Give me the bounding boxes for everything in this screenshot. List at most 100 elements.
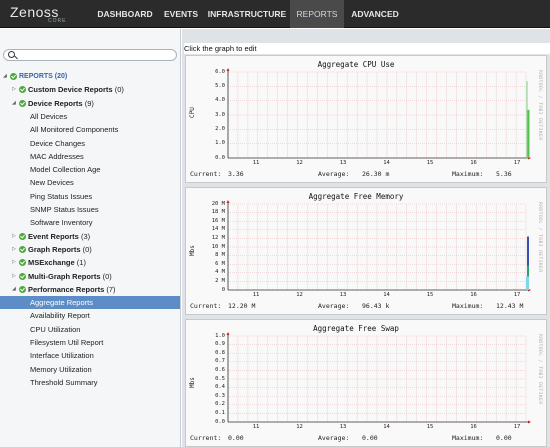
tree-item-custom-device-reports[interactable]: ▷ Custom Device Reports (0) [0, 83, 180, 96]
collapsed-arrow-icon[interactable]: ▷ [12, 230, 18, 243]
nav-events[interactable]: EVENTS [158, 0, 204, 28]
tree-item-reports-20[interactable]: ◢ REPORTS (20) [0, 70, 180, 83]
memory-bar-segment [527, 265, 529, 277]
graph-panel[interactable]: Aggregate Free Swap RRDTOOL / TOBI OETIKE… [185, 319, 547, 447]
y-tick-label: 6.0 [215, 68, 225, 75]
rrdtool-credit: RRDTOOL / TOBI OETIKER [537, 70, 542, 141]
collapsed-arrow-icon[interactable]: ▷ [12, 83, 18, 96]
tree-item-count: (0) [112, 85, 124, 95]
tree-item-ping-status-issues[interactable]: Ping Status Issues [0, 190, 180, 203]
tree-item-aggregate-reports[interactable]: Aggregate Reports [0, 296, 180, 310]
cpu-current-bar [527, 109, 530, 158]
y-tick-label: 0.8 [215, 349, 225, 356]
graph-plot-area[interactable] [226, 200, 531, 292]
stat-maximum-label: Maximum: [452, 434, 484, 442]
tree-item-snmp-status-issues[interactable]: SNMP Status Issues [0, 203, 180, 216]
y-tick-label: 10 M [211, 243, 225, 250]
tree-item-interface-utilization[interactable]: Interface Utilization [0, 349, 180, 362]
rrdtool-credit: RRDTOOL / TOBI OETIKER [537, 334, 542, 405]
memory-bar-segment [527, 236, 529, 266]
checkmark-icon [19, 99, 26, 107]
tree-item-performance-reports[interactable]: ◢ Performance Reports (7) [0, 283, 180, 296]
x-tick-label: 17 [513, 424, 521, 430]
checkmark-icon [19, 245, 26, 253]
stat-current: 0.00 [228, 434, 244, 442]
tree-item-multi-graph-reports[interactable]: ▷ Multi-Graph Reports (0) [0, 270, 180, 283]
y-tick-label: 0.7 [215, 358, 225, 365]
nav-dashboard[interactable]: DASHBOARD [92, 0, 158, 28]
expanded-arrow-icon[interactable]: ◢ [3, 70, 9, 83]
nav-reports[interactable]: REPORTS [290, 0, 344, 28]
x-tick-label: 13 [339, 292, 347, 298]
graph-plot-area[interactable] [226, 68, 531, 160]
tree-item-label: Filesystem Util Report [30, 338, 104, 347]
tree-item-label: Custom Device Reports (0) [28, 85, 124, 95]
tree-item-count: (0) [100, 271, 112, 281]
tree-item-event-reports[interactable]: ▷ Event Reports (3) [0, 230, 180, 243]
tree-item-label: CPU Utilization [30, 324, 81, 334]
tree-item-label: Model Collection Age [30, 165, 101, 175]
tree-item-label: Ping Status Issues [30, 191, 93, 201]
collapsed-arrow-icon[interactable]: ▷ [12, 256, 18, 269]
y-tick-label: 2.0 [215, 125, 225, 132]
tree-item-label: Performance Reports (7) [28, 284, 116, 294]
y-tick-label: 14 M [211, 226, 225, 233]
tree-item-threshold-summary[interactable]: Threshold Summary [0, 376, 180, 389]
tree-item-label: Memory Utilization [30, 364, 92, 374]
y-tick-label: 0.9 [215, 341, 225, 348]
checkmark-icon [19, 259, 26, 267]
tree-item-label: Device Changes [30, 138, 86, 148]
tree-item-msexchange[interactable]: ▷ MSExchange (1) [0, 256, 180, 269]
search-box[interactable] [3, 49, 177, 61]
graph-panel[interactable]: Aggregate Free Memory RRDTOOL / TOBI OETI… [185, 187, 547, 315]
tree-item-software-inventory[interactable]: Software Inventory [0, 216, 180, 229]
tree-item-filesystem-util-report[interactable]: Filesystem Util Report [0, 336, 180, 349]
y-axis-label: Mbs [189, 377, 196, 388]
x-tick-label: 12 [296, 292, 303, 298]
tree-item-cpu-utilization[interactable]: CPU Utilization [0, 323, 180, 336]
expanded-arrow-icon[interactable]: ◢ [12, 97, 18, 110]
x-tick-label: 16 [470, 424, 477, 430]
tree-item-all-devices[interactable]: All Devices [0, 110, 180, 123]
tree-item-all-monitored-components[interactable]: All Monitored Components [0, 123, 180, 136]
tree-item-model-collection-age[interactable]: Model Collection Age [0, 163, 180, 176]
tree-item-label: Threshold Summary [30, 377, 98, 387]
tree-item-label: All Devices [30, 111, 68, 121]
x-tick-label: 14 [383, 424, 390, 430]
y-tick-label: 20 M [211, 200, 225, 207]
tree-item-new-devices[interactable]: New Devices [0, 176, 180, 189]
tree-item-graph-reports[interactable]: ▷ Graph Reports (0) [0, 243, 180, 256]
y-tick-label: 0.5 [215, 375, 225, 382]
tree-item-count: (3) [78, 231, 91, 241]
collapsed-arrow-icon[interactable]: ▷ [12, 270, 18, 283]
tree-item-label: Device Reports (9) [28, 98, 94, 108]
graph-plot-area[interactable] [226, 332, 531, 424]
checkmark-icon [19, 272, 26, 280]
rrdtool-credit: RRDTOOL / TOBI OETIKER [537, 202, 542, 273]
tree-item-device-changes[interactable]: Device Changes [0, 137, 180, 150]
y-tick-label: 0.4 [215, 384, 225, 391]
x-tick-label: 13 [339, 424, 347, 430]
x-tick-label: 15 [426, 424, 434, 430]
x-tick-label: 11 [252, 160, 260, 166]
tree-item-device-reports[interactable]: ◢ Device Reports (9) [0, 97, 180, 110]
search-input[interactable] [18, 50, 173, 60]
tree-item-memory-utilization[interactable]: Memory Utilization [0, 363, 180, 376]
expanded-arrow-icon[interactable]: ◢ [12, 283, 18, 296]
checkmark-icon [19, 86, 26, 94]
x-tick-label: 16 [470, 292, 477, 298]
x-tick-label: 15 [426, 292, 434, 298]
y-tick-label: 0.2 [215, 401, 225, 408]
tree-item-mac-addresses[interactable]: MAC Addresses [0, 150, 180, 163]
graph-panel[interactable]: Aggregate CPU Use RRDTOOL / TOBI OETIKER C… [185, 55, 547, 183]
nav-infrastructure[interactable]: INFRASTRUCTURE [204, 0, 290, 28]
x-tick-label: 14 [383, 160, 390, 166]
nav-advanced[interactable]: ADVANCED [344, 0, 406, 28]
zenoss-logo[interactable]: Zenoss CORE [10, 4, 65, 24]
tree-item-availability-report[interactable]: Availability Report [0, 309, 180, 322]
stat-current: 3.36 [228, 170, 244, 178]
tree-item-count: (1) [74, 258, 86, 268]
collapsed-arrow-icon[interactable]: ▷ [12, 243, 18, 256]
y-tick-label: 5.0 [215, 82, 225, 89]
tree-item-count: (7) [104, 284, 116, 294]
